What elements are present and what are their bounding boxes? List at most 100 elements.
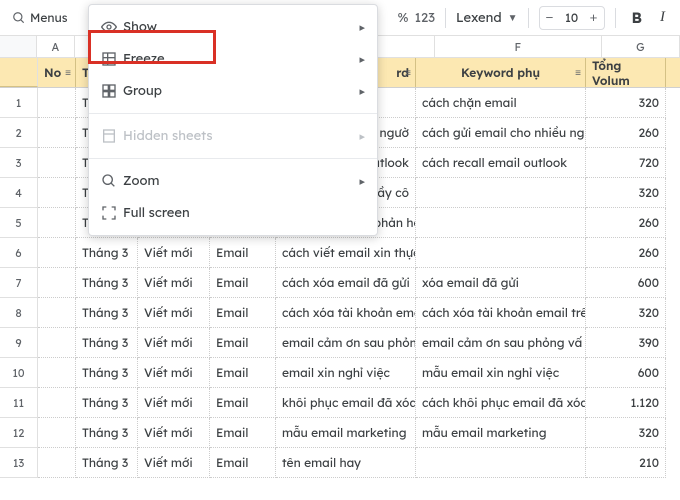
italic-button[interactable]: I	[654, 7, 671, 28]
cell-thang[interactable]: Tháng 3	[76, 268, 138, 298]
row-number[interactable]: 6	[0, 238, 38, 268]
row-number[interactable]: 13	[0, 448, 38, 478]
row-number[interactable]: 4	[0, 178, 38, 208]
cell-topic[interactable]: Email	[210, 418, 276, 448]
row-number[interactable]: 1	[0, 88, 38, 118]
row-number[interactable]: 9	[0, 328, 38, 358]
filter-icon[interactable]: ≡	[575, 66, 581, 79]
cell-status[interactable]: Viết mới	[138, 238, 210, 268]
cell-thang[interactable]: Tháng 3	[76, 448, 138, 478]
cell-volume[interactable]: 260	[586, 238, 666, 268]
row-number[interactable]: 10	[0, 358, 38, 388]
cell-status[interactable]: Viết mới	[138, 418, 210, 448]
cell-keyword-phu[interactable]: mẫu email marketing	[416, 418, 586, 448]
row-number[interactable]: 7	[0, 268, 38, 298]
cell-volume[interactable]: 320	[586, 178, 666, 208]
cell-status[interactable]: Viết mới	[138, 388, 210, 418]
cell-keyword-phu[interactable]: cách gửi email cho nhiều ng	[416, 118, 586, 148]
cell-keyword[interactable]: email cảm ơn sau phỏng vấn	[276, 328, 416, 358]
cell-no[interactable]	[38, 148, 76, 178]
menu-item-fullscreen[interactable]: Full screen	[89, 197, 377, 229]
cell-volume[interactable]: 720	[586, 148, 666, 178]
cell-keyword-phu[interactable]: cách khôi phục email đã xóa khôi phục em…	[416, 388, 586, 418]
cell-no[interactable]	[38, 298, 76, 328]
cell-keyword-phu[interactable]	[416, 208, 586, 238]
cell-no[interactable]	[38, 358, 76, 388]
cell-volume[interactable]: 260	[586, 118, 666, 148]
cell-keyword[interactable]: tên email hay	[276, 448, 416, 478]
cell-keyword-phu[interactable]	[416, 178, 586, 208]
bold-button[interactable]: B	[626, 6, 649, 29]
cell-volume[interactable]: 320	[586, 418, 666, 448]
cell-status[interactable]: Viết mới	[138, 328, 210, 358]
cell-no[interactable]	[38, 238, 76, 268]
cell-thang[interactable]: Tháng 3	[76, 358, 138, 388]
row-number[interactable]: 3	[0, 148, 38, 178]
cell-no[interactable]	[38, 118, 76, 148]
cell-no[interactable]	[38, 418, 76, 448]
cell-topic[interactable]: Email	[210, 358, 276, 388]
cell-thang[interactable]: Tháng 3	[76, 298, 138, 328]
col-header-A[interactable]: A	[37, 36, 74, 57]
menu-item-freeze[interactable]: Freeze ▸	[89, 43, 377, 75]
font-selector[interactable]: Lexend	[456, 10, 502, 26]
cell-no[interactable]	[38, 178, 76, 208]
cell-volume[interactable]: 390	[586, 328, 666, 358]
row-number[interactable]: 12	[0, 418, 38, 448]
select-all-corner[interactable]	[0, 36, 37, 57]
cell-keyword-phu[interactable]: cách chặn email	[416, 88, 586, 118]
filter-icon[interactable]: ≡	[65, 66, 71, 79]
cell-thang[interactable]: Tháng 3	[76, 328, 138, 358]
cell-topic[interactable]: Email	[210, 298, 276, 328]
cell-volume[interactable]: 210	[586, 448, 666, 478]
cell-no[interactable]	[38, 328, 76, 358]
filter-icon[interactable]: ≡	[405, 66, 411, 79]
cell-keyword-phu[interactable]	[416, 238, 586, 268]
cell-topic[interactable]: Email	[210, 388, 276, 418]
menu-item-group[interactable]: Group ▸	[89, 75, 377, 107]
cell-topic[interactable]: Email	[210, 268, 276, 298]
cell-thang[interactable]: Tháng 3	[76, 238, 138, 268]
decrease-size-button[interactable]: −	[540, 7, 560, 29]
cell-volume[interactable]: 260	[586, 208, 666, 238]
cell-status[interactable]: Viết mới	[138, 448, 210, 478]
menu-item-zoom[interactable]: Zoom ▸	[89, 165, 377, 197]
cell-topic[interactable]: Email	[210, 448, 276, 478]
cell-status[interactable]: Viết mới	[138, 358, 210, 388]
cell-no[interactable]	[38, 88, 76, 118]
cell-no[interactable]	[38, 448, 76, 478]
cell-keyword[interactable]: cách xóa tài khoản email trên	[276, 298, 416, 328]
font-size-value[interactable]: 10	[560, 10, 584, 25]
cell-keyword-phu[interactable]: mẫu email xin nghỉ việc	[416, 358, 586, 388]
cell-no[interactable]	[38, 388, 76, 418]
cell-keyword[interactable]: mẫu email marketing	[276, 418, 416, 448]
col-header-F[interactable]: F	[435, 36, 602, 57]
row-number[interactable]: 5	[0, 208, 38, 238]
cell-volume[interactable]: 1.120	[586, 388, 666, 418]
increase-size-button[interactable]: +	[584, 7, 604, 29]
cell-no[interactable]	[38, 268, 76, 298]
cell-keyword[interactable]: email xin nghỉ việc	[276, 358, 416, 388]
cell-volume[interactable]: 600	[586, 358, 666, 388]
cell-keyword-phu[interactable]: email cảm ơn sau phỏng vấ	[416, 328, 586, 358]
cell-topic[interactable]: Email	[210, 238, 276, 268]
cell-volume[interactable]: 600	[586, 268, 666, 298]
cell-thang[interactable]: Tháng 3	[76, 388, 138, 418]
percent-format[interactable]: %	[398, 10, 409, 26]
menus-search[interactable]: Menus	[4, 8, 76, 27]
cell-thang[interactable]: Tháng 3	[76, 418, 138, 448]
cell-keyword-phu[interactable]: xóa email đã gửi	[416, 268, 586, 298]
cell-keyword-phu[interactable]: cách recall email outlook	[416, 148, 586, 178]
cell-topic[interactable]: Email	[210, 328, 276, 358]
cell-no[interactable]	[38, 208, 76, 238]
number-format[interactable]: 123	[414, 10, 435, 26]
cell-keyword[interactable]: cách xóa email đã gửi	[276, 268, 416, 298]
cell-volume[interactable]: 320	[586, 88, 666, 118]
cell-status[interactable]: Viết mới	[138, 298, 210, 328]
menu-item-show[interactable]: Show ▸	[89, 11, 377, 43]
row-number[interactable]: 2	[0, 118, 38, 148]
cell-keyword[interactable]: khôi phục email đã xóa	[276, 388, 416, 418]
cell-keyword-phu[interactable]: cách xóa tài khoản email trê	[416, 298, 586, 328]
cell-keyword[interactable]: cách viết email xin thực tập	[276, 238, 416, 268]
row-number[interactable]: 8	[0, 298, 38, 328]
